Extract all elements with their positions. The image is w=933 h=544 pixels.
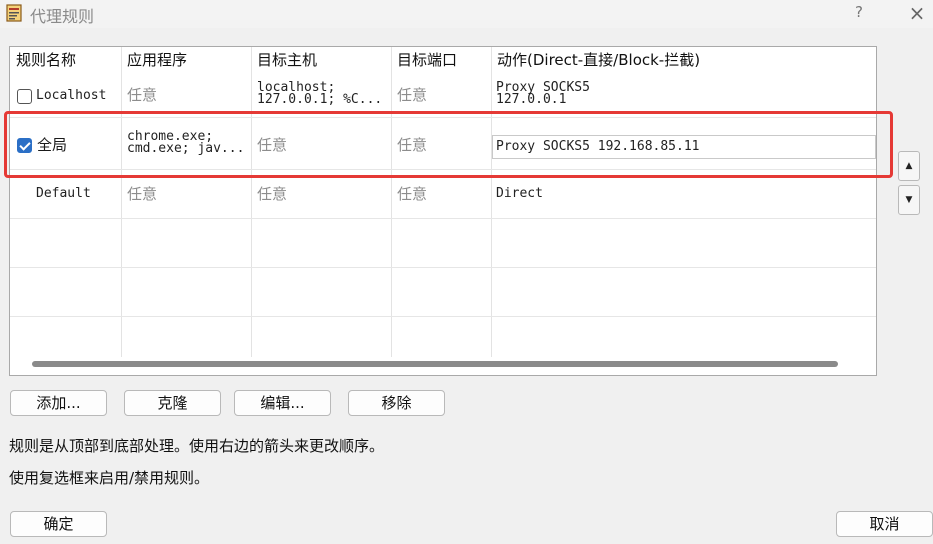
column-header-apps[interactable]: 应用程序 — [121, 47, 251, 73]
rule-apps-line: cmd.exe; jav... — [127, 141, 245, 156]
edit-button[interactable]: 编辑... — [234, 390, 331, 416]
cancel-button[interactable]: 取消 — [836, 511, 933, 537]
rule-action-line: 127.0.0.1 — [496, 92, 567, 107]
empty-row — [10, 268, 876, 317]
rule-hosts: 任意 — [257, 136, 288, 154]
app-icon — [6, 4, 22, 22]
rule-apps: 任意 — [127, 185, 158, 203]
rule-ports: 任意 — [397, 185, 428, 203]
empty-row — [10, 219, 876, 268]
close-icon[interactable]: × — [905, 3, 929, 25]
help-text-order: 规则是从顶部到底部处理。使用右边的箭头来更改顺序。 — [9, 437, 385, 455]
remove-button[interactable]: 移除 — [348, 390, 445, 416]
column-header-ports[interactable]: 目标端口 — [391, 47, 491, 73]
rule-hosts-line: 127.0.0.1; %C... — [257, 92, 383, 107]
table-row[interactable]: 全局 chrome.exe; cmd.exe; jav... 任意 任意 Pro… — [10, 121, 876, 170]
empty-row — [10, 317, 876, 366]
horizontal-scrollbar[interactable] — [32, 361, 838, 367]
rule-name: Default — [36, 186, 91, 201]
ok-button[interactable]: 确定 — [10, 511, 107, 537]
rule-apps: 任意 — [127, 86, 158, 104]
action-edit-field[interactable]: Proxy SOCKS5 192.168.85.11 — [492, 135, 876, 159]
add-button[interactable]: 添加... — [10, 390, 107, 416]
rule-name: 全局 — [37, 136, 68, 154]
up-arrow-icon[interactable]: ▲ — [898, 151, 920, 181]
rule-hosts: localhost; 127.0.0.1; %C... — [257, 73, 389, 121]
column-header-hosts[interactable]: 目标主机 — [251, 47, 391, 73]
help-button[interactable]: ? — [848, 3, 870, 23]
column-header-action[interactable]: 动作(Direct-直接/Block-拦截) — [491, 47, 876, 73]
window-title: 代理规则 — [30, 7, 95, 26]
clone-button[interactable]: 克隆 — [124, 390, 221, 416]
rule-ports: 任意 — [397, 136, 428, 154]
rule-hosts: 任意 — [257, 185, 288, 203]
table-row[interactable]: Default 任意 任意 任意 Direct — [10, 170, 876, 219]
title-bar: 代理规则 ? × — [0, 0, 933, 28]
checkbox-icon[interactable] — [17, 89, 32, 104]
rule-action: Proxy SOCKS5 127.0.0.1 — [496, 73, 874, 121]
help-text-checkbox: 使用复选框来启用/禁用规则。 — [9, 469, 210, 487]
rule-ports: 任意 — [397, 86, 428, 104]
rules-grid[interactable]: 规则名称 应用程序 目标主机 目标端口 动作(Direct-直接/Block-拦… — [9, 46, 877, 376]
checkbox-icon[interactable] — [17, 138, 32, 153]
rule-name: Localhost — [36, 88, 107, 103]
rule-action: Direct — [496, 186, 543, 201]
column-header-name[interactable]: 规则名称 — [10, 47, 121, 73]
rule-apps: chrome.exe; cmd.exe; jav... — [127, 121, 249, 169]
table-row[interactable]: Localhost 任意 localhost; 127.0.0.1; %C...… — [10, 73, 876, 118]
down-arrow-icon[interactable]: ▼ — [898, 185, 920, 215]
